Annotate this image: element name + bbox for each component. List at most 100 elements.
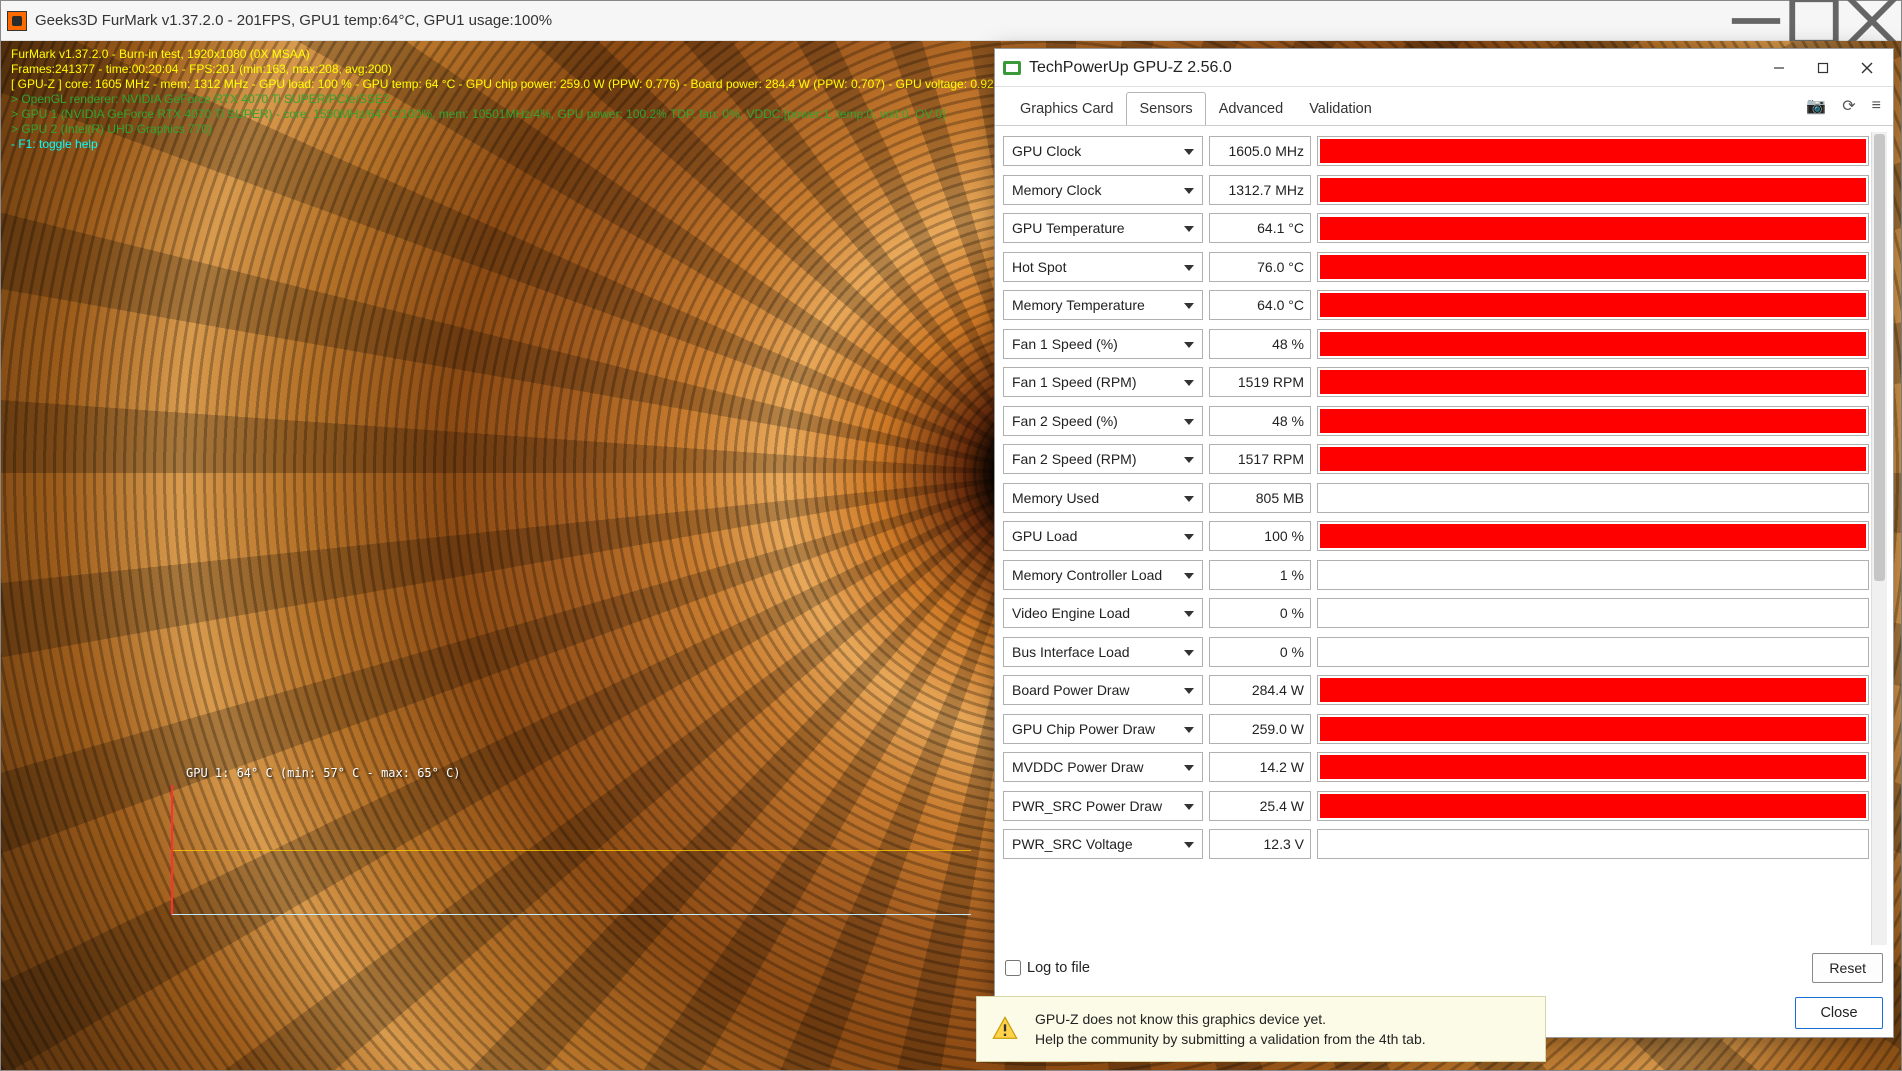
sensor-row: Video Engine Load0 % [1003, 594, 1869, 633]
sensor-value: 259.0 W [1209, 714, 1311, 744]
sensor-row: MVDDC Power Draw14.2 W [1003, 748, 1869, 787]
gpuz-titlebar[interactable]: TechPowerUp GPU-Z 2.56.0 [995, 49, 1893, 87]
sensor-graph [1317, 252, 1869, 282]
gpuz-tabbar: Graphics CardSensorsAdvancedValidation 📷… [995, 87, 1893, 125]
scrollbar[interactable] [1871, 132, 1887, 945]
notice-text: GPU-Z does not know this graphics device… [1035, 1009, 1426, 1049]
refresh-icon[interactable]: ⟳ [1842, 96, 1855, 116]
sensor-graph [1317, 406, 1869, 436]
sensor-row: Fan 2 Speed (RPM)1517 RPM [1003, 440, 1869, 479]
sensor-value: 64.0 °C [1209, 290, 1311, 320]
gpu-temp-graph [171, 785, 971, 915]
notice-line: GPU-Z does not know this graphics device… [1035, 1009, 1426, 1029]
sensor-graph [1317, 290, 1869, 320]
gpuz-app-icon [1003, 61, 1021, 75]
gpu-temp-label: GPU 1: 64° C (min: 57° C - max: 65° C) [186, 766, 461, 780]
tab-graphics-card[interactable]: Graphics Card [1007, 92, 1126, 126]
sensor-value: 284.4 W [1209, 675, 1311, 705]
sensor-graph [1317, 791, 1869, 821]
osd-line: FurMark v1.37.2.0 - Burn-in test, 1920x1… [11, 47, 1012, 62]
gpuz-title: TechPowerUp GPU-Z 2.56.0 [1029, 59, 1232, 77]
furmark-titlebar[interactable]: Geeks3D FurMark v1.37.2.0 - 201FPS, GPU1… [1, 1, 1901, 41]
minimize-button[interactable] [1727, 1, 1785, 41]
sensor-name-dropdown[interactable]: MVDDC Power Draw [1003, 752, 1203, 782]
sensor-graph [1317, 329, 1869, 359]
sensor-row: Memory Used805 MB [1003, 479, 1869, 518]
maximize-button[interactable] [1785, 1, 1843, 41]
sensor-graph [1317, 829, 1869, 859]
sensor-row: GPU Clock1605.0 MHz [1003, 132, 1869, 171]
screenshot-icon[interactable]: 📷 [1806, 96, 1826, 116]
sensor-row: GPU Chip Power Draw259.0 W [1003, 710, 1869, 749]
sensor-name-dropdown[interactable]: Video Engine Load [1003, 598, 1203, 628]
sensor-value: 76.0 °C [1209, 252, 1311, 282]
sensor-name-dropdown[interactable]: PWR_SRC Voltage [1003, 829, 1203, 859]
tab-advanced[interactable]: Advanced [1206, 92, 1297, 126]
gpuz-notice-banner: GPU-Z does not know this graphics device… [976, 996, 1546, 1062]
sensor-row: Hot Spot76.0 °C [1003, 248, 1869, 287]
gpuz-close-button[interactable] [1845, 51, 1889, 85]
sensor-name-dropdown[interactable]: Memory Temperature [1003, 290, 1203, 320]
sensor-name-dropdown[interactable]: Memory Used [1003, 483, 1203, 513]
gpuz-minimize-button[interactable] [1757, 51, 1801, 85]
sensor-name-dropdown[interactable]: Fan 2 Speed (RPM) [1003, 444, 1203, 474]
sensor-row: Fan 2 Speed (%)48 % [1003, 402, 1869, 441]
sensor-graph [1317, 483, 1869, 513]
sensor-value: 1312.7 MHz [1209, 175, 1311, 205]
sensor-row: Board Power Draw284.4 W [1003, 671, 1869, 710]
osd-line: > GPU 2 (Intel(R) UHD Graphics 770) [11, 122, 1012, 137]
sensor-row: Fan 1 Speed (%)48 % [1003, 325, 1869, 364]
sensor-value: 0 % [1209, 598, 1311, 628]
osd-line: - F1: toggle help [11, 137, 1012, 152]
tab-validation[interactable]: Validation [1296, 92, 1385, 126]
sensor-row: PWR_SRC Power Draw25.4 W [1003, 787, 1869, 826]
sensor-value: 64.1 °C [1209, 213, 1311, 243]
sensor-value: 1517 RPM [1209, 444, 1311, 474]
tab-sensors[interactable]: Sensors [1126, 92, 1205, 126]
sensor-name-dropdown[interactable]: Bus Interface Load [1003, 637, 1203, 667]
sensor-name-dropdown[interactable]: GPU Chip Power Draw [1003, 714, 1203, 744]
sensor-graph [1317, 675, 1869, 705]
sensor-value: 48 % [1209, 329, 1311, 359]
sensor-name-dropdown[interactable]: Memory Controller Load [1003, 560, 1203, 590]
notice-line: Help the community by submitting a valid… [1035, 1029, 1426, 1049]
sensor-name-dropdown[interactable]: Fan 1 Speed (%) [1003, 329, 1203, 359]
sensor-value: 0 % [1209, 637, 1311, 667]
sensor-row: Memory Temperature64.0 °C [1003, 286, 1869, 325]
close-dialog-button[interactable]: Close [1795, 997, 1883, 1029]
sensor-name-dropdown[interactable]: GPU Load [1003, 521, 1203, 551]
sensor-name-dropdown[interactable]: Board Power Draw [1003, 675, 1203, 705]
osd-line: [ GPU-Z ] core: 1605 MHz - mem: 1312 MHz… [11, 77, 1012, 92]
gpuz-maximize-button[interactable] [1801, 51, 1845, 85]
sensor-row: Memory Controller Load1 % [1003, 556, 1869, 595]
sensor-name-dropdown[interactable]: GPU Temperature [1003, 213, 1203, 243]
sensor-row: Fan 1 Speed (RPM)1519 RPM [1003, 363, 1869, 402]
log-to-file-checkbox[interactable]: Log to file [1005, 960, 1090, 976]
sensor-graph [1317, 637, 1869, 667]
sensor-value: 1605.0 MHz [1209, 136, 1311, 166]
sensor-graph [1317, 367, 1869, 397]
furmark-title: Geeks3D FurMark v1.37.2.0 - 201FPS, GPU1… [35, 12, 552, 29]
scrollbar-thumb[interactable] [1874, 134, 1885, 581]
sensor-name-dropdown[interactable]: Fan 2 Speed (%) [1003, 406, 1203, 436]
sensor-name-dropdown[interactable]: Memory Clock [1003, 175, 1203, 205]
sensor-row: GPU Load100 % [1003, 517, 1869, 556]
sensor-name-dropdown[interactable]: GPU Clock [1003, 136, 1203, 166]
sensor-row: Memory Clock1312.7 MHz [1003, 171, 1869, 210]
log-checkbox-input[interactable] [1005, 960, 1021, 976]
sensor-name-dropdown[interactable]: Hot Spot [1003, 252, 1203, 282]
sensor-value: 12.3 V [1209, 829, 1311, 859]
sensor-name-dropdown[interactable]: PWR_SRC Power Draw [1003, 791, 1203, 821]
osd-line: Frames:241377 - time:00:20:04 - FPS:201 … [11, 62, 1012, 77]
sensor-name-dropdown[interactable]: Fan 1 Speed (RPM) [1003, 367, 1203, 397]
furmark-app-icon [7, 11, 27, 31]
sensor-graph [1317, 444, 1869, 474]
menu-icon[interactable]: ≡ [1872, 97, 1881, 115]
sensor-row: PWR_SRC Voltage12.3 V [1003, 825, 1869, 864]
log-checkbox-label: Log to file [1027, 960, 1090, 976]
sensors-panel: GPU Clock1605.0 MHzMemory Clock1312.7 MH… [995, 125, 1893, 945]
reset-button[interactable]: Reset [1812, 953, 1883, 983]
sensor-graph [1317, 714, 1869, 744]
close-button[interactable] [1843, 1, 1901, 41]
sensor-graph [1317, 752, 1869, 782]
